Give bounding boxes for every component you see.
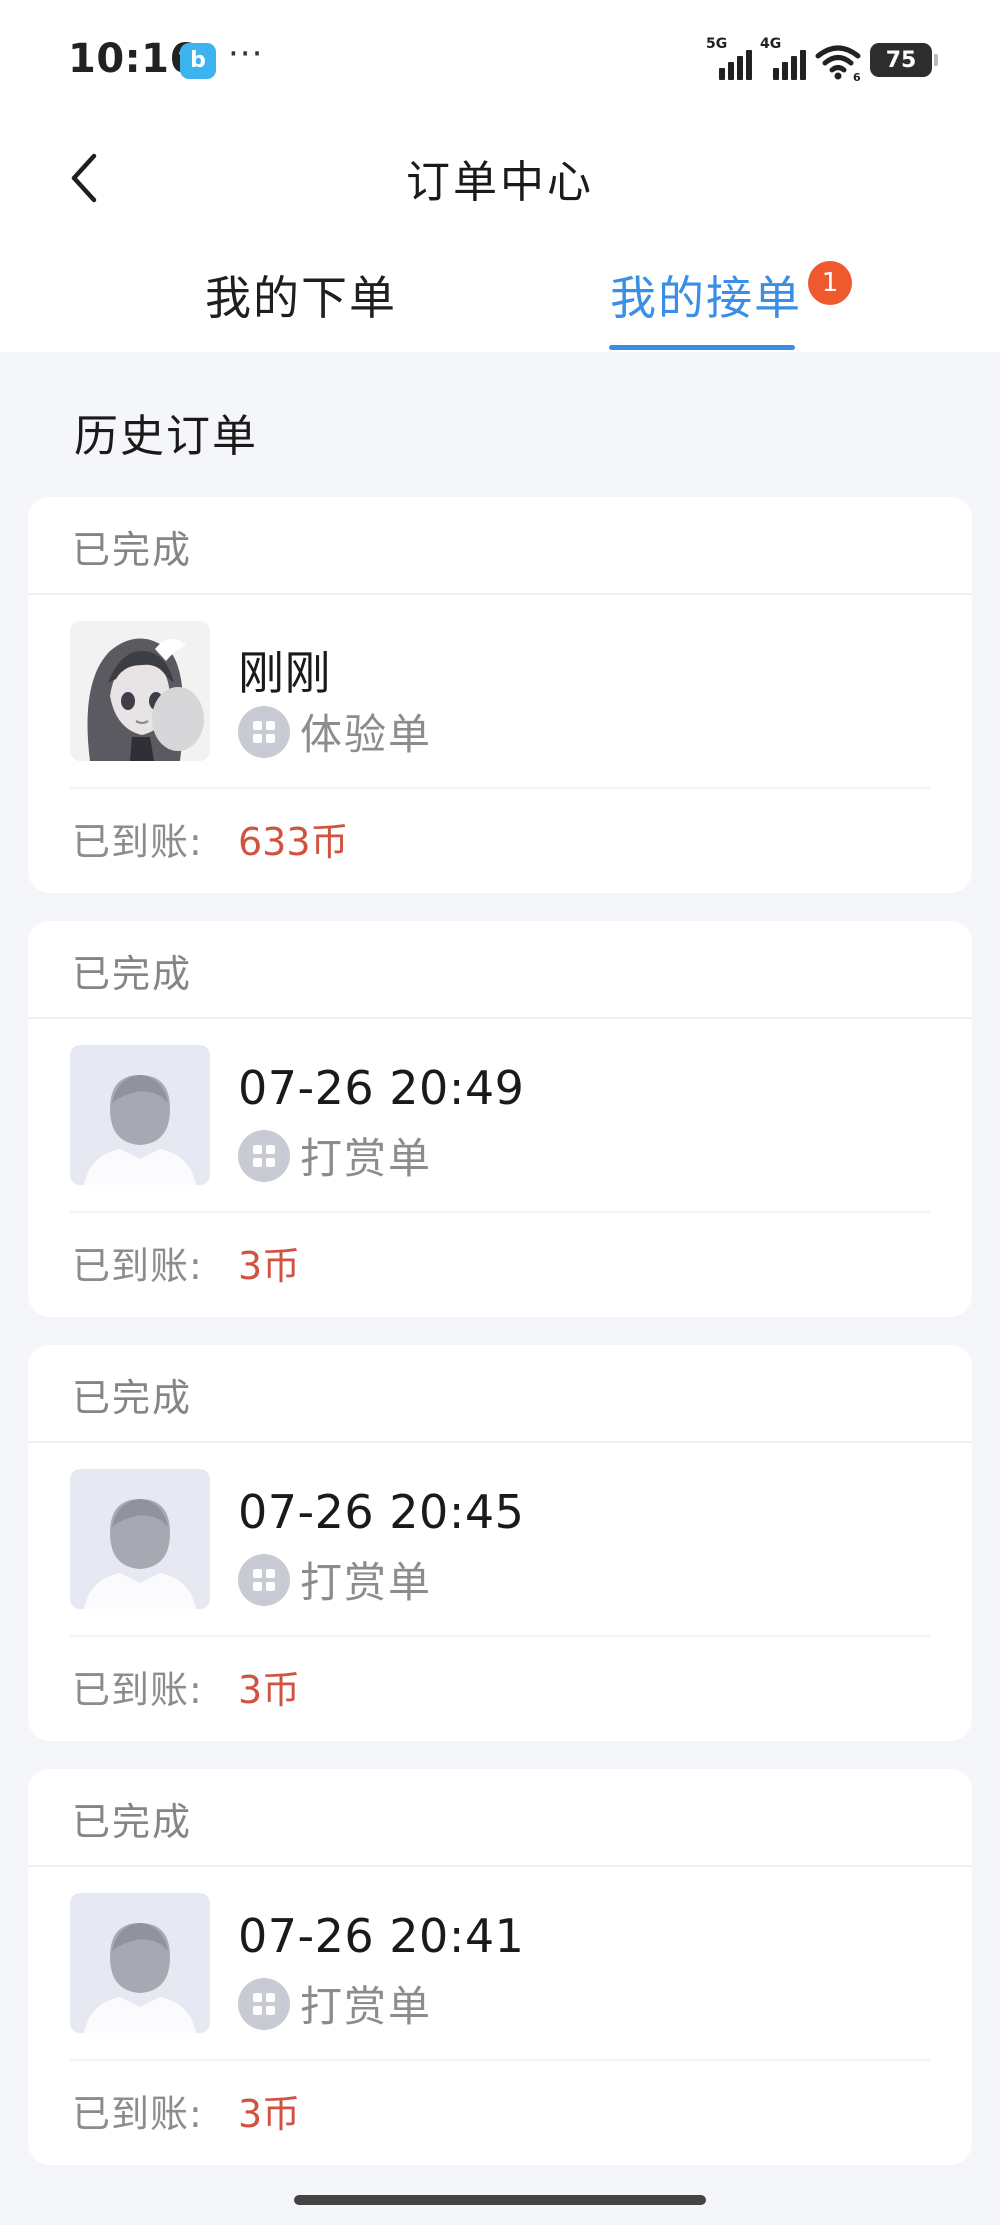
order-card[interactable]: 已完成 07-26 20:49 打赏单 已到账: 3币 (28, 921, 972, 1317)
default-avatar-icon (70, 1469, 210, 1609)
amount-value: 633币 (238, 820, 349, 864)
divider (70, 787, 930, 789)
default-avatar-icon (70, 1045, 210, 1185)
amount-value: 3币 (238, 1244, 301, 1288)
grid-icon (238, 1977, 290, 2030)
order-name: 07-26 20:41 (238, 1909, 525, 1963)
amount-label: 已到账: (72, 1668, 203, 1712)
divider (70, 1635, 930, 1637)
order-type-label: 打赏单 (300, 1134, 433, 1183)
order-name: 刚刚 (238, 646, 331, 700)
order-type: 打赏单 (238, 1973, 432, 2034)
order-type-label: 打赏单 (300, 1982, 433, 2031)
order-status: 已完成 (72, 1800, 193, 1844)
amount-value: 3币 (238, 1668, 301, 1712)
tab-my-accepted[interactable]: 我的接单 (610, 262, 802, 328)
order-card[interactable]: 已完成 刚刚 体验单 已到账: 633币 (28, 497, 972, 893)
clock: 10:16 (68, 36, 198, 82)
wifi-icon: 6 (815, 45, 861, 82)
notification-badge: 1 (808, 261, 852, 305)
amount-label: 已到账: (72, 2092, 203, 2136)
status-icons: 5G 4G 6 75 (706, 36, 938, 82)
order-name: 07-26 20:45 (238, 1485, 525, 1539)
avatar (70, 621, 210, 761)
tab-my-orders[interactable]: 我的下单 (205, 262, 397, 328)
divider (70, 1211, 930, 1213)
signal-4g-icon: 4G (760, 36, 806, 82)
app-notification-icon: b (180, 43, 216, 79)
section-title: 历史订单 (74, 411, 258, 462)
order-type-label: 体验单 (300, 710, 433, 759)
order-card[interactable]: 已完成 07-26 20:45 打赏单 已到账: 3币 (28, 1345, 972, 1741)
default-avatar-icon (70, 1893, 210, 2033)
order-type: 体验单 (238, 701, 432, 762)
home-indicator[interactable] (294, 2195, 706, 2205)
avatar (70, 1469, 210, 1609)
status-bar: 10:16 b ··· 5G 4G 6 75 (0, 0, 1000, 120)
page-title: 订单中心 (406, 157, 594, 208)
divider (70, 2059, 930, 2061)
grid-icon (238, 1553, 290, 1606)
svg-text:6: 6 (853, 71, 861, 82)
battery-icon: 75 (870, 43, 938, 77)
grid-icon (238, 1129, 290, 1182)
order-name: 07-26 20:49 (238, 1061, 525, 1115)
avatar (70, 1045, 210, 1185)
order-status: 已完成 (72, 528, 193, 572)
amount-label: 已到账: (72, 1244, 203, 1288)
order-type: 打赏单 (238, 1125, 432, 1186)
active-tab-indicator (609, 345, 795, 350)
order-type: 打赏单 (238, 1549, 432, 1610)
order-type-label: 打赏单 (300, 1558, 433, 1607)
grid-icon (238, 705, 290, 758)
more-notifications-icon: ··· (228, 34, 264, 74)
divider (28, 1441, 972, 1443)
signal-5g-icon: 5G (706, 36, 752, 82)
order-card[interactable]: 已完成 07-26 20:41 打赏单 已到账: 3币 (28, 1769, 972, 2165)
amount-label: 已到账: (72, 820, 203, 864)
order-status: 已完成 (72, 1376, 193, 1420)
anime-avatar-icon (70, 621, 210, 761)
divider (28, 1017, 972, 1019)
divider (28, 593, 972, 595)
divider (28, 1865, 972, 1867)
avatar (70, 1893, 210, 2033)
amount-value: 3币 (238, 2092, 301, 2136)
order-status: 已完成 (72, 952, 193, 996)
